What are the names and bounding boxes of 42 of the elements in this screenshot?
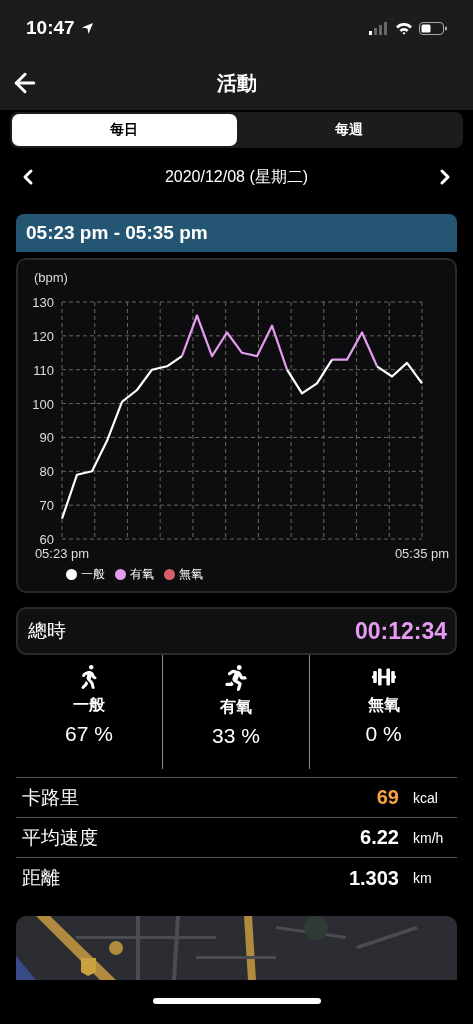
stat-unit: km — [413, 870, 433, 886]
time-range-bar: 05:23 pm - 05:35 pm — [16, 214, 457, 252]
stat-value: 1.303 — [348, 866, 399, 890]
battery-icon — [419, 21, 447, 35]
period-tab[interactable]: 每日 — [12, 114, 237, 146]
stat-label: 平均速度 — [22, 825, 98, 850]
wifi-icon — [395, 21, 413, 35]
running-person-icon — [223, 665, 249, 691]
legend-label: 一般 — [81, 566, 105, 583]
y-tick-label: 60 — [39, 532, 54, 547]
y-tick-label: 80 — [39, 464, 54, 480]
y-tick-label: 90 — [39, 430, 54, 446]
stat-label: 距離 — [22, 866, 60, 890]
total-time-label: 總時 — [28, 619, 66, 643]
zone-percent: 0 % — [365, 722, 402, 746]
signal-icon — [369, 21, 389, 35]
y-tick-label: 70 — [39, 498, 54, 514]
total-time-value: 00:12:34 — [354, 617, 447, 645]
y-tick-label: 100 — [32, 396, 54, 412]
page-title: 活動 — [216, 70, 257, 96]
location-arrow-icon — [80, 21, 94, 35]
y-tick-label: 130 — [32, 295, 54, 310]
legend-label: 無氧 — [179, 566, 203, 583]
x-tick-label: 05:35 pm — [394, 546, 450, 561]
zone-label: 有氧 — [220, 697, 252, 717]
stat-value: 6.22 — [360, 826, 399, 849]
stat-unit: kcal — [413, 789, 439, 806]
period-tab[interactable]: 每週 — [236, 114, 461, 146]
zone-label: 一般 — [73, 695, 105, 715]
stat-unit: km/h — [413, 829, 445, 846]
zone-label: 無氧 — [367, 695, 400, 715]
x-tick-label: 05:23 pm — [34, 546, 90, 561]
zone-percent: 67 % — [65, 722, 113, 746]
legend-label: 有氧 — [130, 566, 154, 583]
status-time: 10:47 — [26, 17, 75, 39]
axis-unit: (bpm) — [34, 270, 68, 285]
y-tick-label: 110 — [33, 362, 54, 378]
date-label: 2020/12/08 (星期二) — [164, 166, 309, 187]
stat-label: 卡路里 — [22, 785, 79, 810]
zone-percent: 33 % — [212, 724, 260, 748]
y-tick-label: 120 — [32, 328, 54, 344]
stat-value: 69 — [376, 786, 399, 809]
